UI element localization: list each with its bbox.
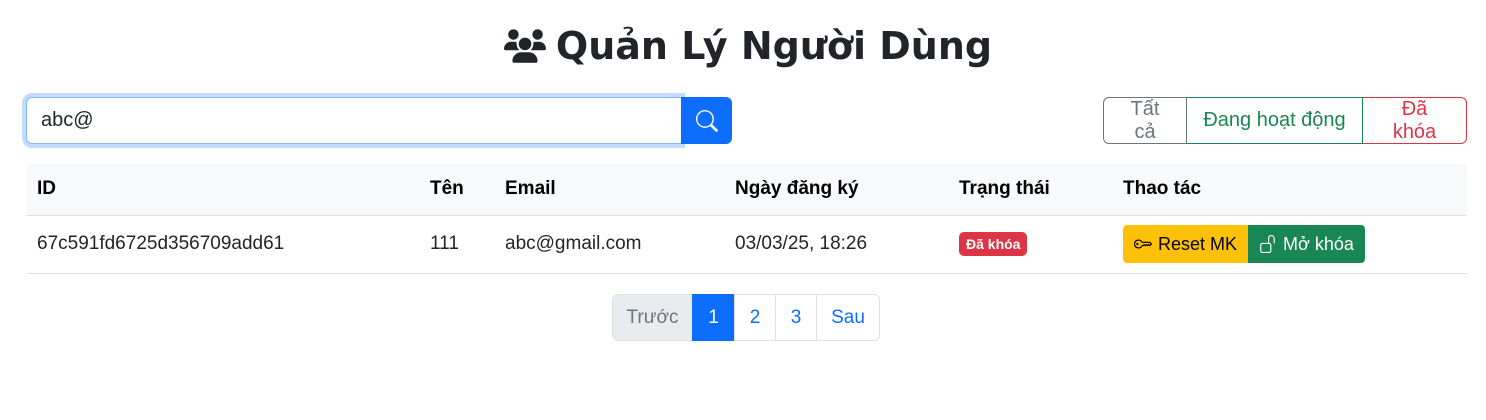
pagination-next[interactable]: Sau — [816, 294, 880, 341]
header-actions: Thao tác — [1123, 178, 1202, 200]
reset-password-button[interactable]: Reset MK — [1123, 225, 1249, 263]
cell-email: abc@gmail.com — [505, 233, 642, 254]
cell-actions: Reset MK Mở khóa — [1113, 215, 1467, 273]
table-row: 67c591fd6725d356709add61 111 abc@gmail.c… — [27, 215, 1467, 273]
pagination-page-2[interactable]: 2 — [734, 294, 776, 341]
unlock-label: Mở khóa — [1283, 233, 1354, 254]
filter-locked-button[interactable]: Đã khóa — [1363, 97, 1467, 144]
status-filter-group: Tất cả Đang hoạt động Đã khóa — [1103, 97, 1467, 144]
header-name: Tên — [430, 178, 464, 200]
search-icon — [695, 109, 718, 132]
page-title-text: Quản Lý Người Dùng — [555, 24, 993, 68]
header-id: ID — [37, 178, 56, 200]
page-title: Quản Lý Người Dùng — [0, 22, 1486, 70]
header-status: Trạng thái — [959, 178, 1050, 200]
users-icon — [503, 29, 546, 63]
cell-registered: 03/03/25, 18:26 — [735, 233, 868, 254]
pagination-prev[interactable]: Trước — [612, 294, 693, 341]
search-input[interactable] — [26, 97, 681, 144]
status-badge: Đã khóa — [959, 232, 1028, 256]
cell-id: 67c591fd6725d356709add61 — [37, 233, 285, 254]
key-icon — [1134, 239, 1152, 249]
pagination-page-1[interactable]: 1 — [692, 294, 735, 341]
users-table: ID Tên Email Ngày đăng ký Trạng thái Tha… — [27, 164, 1467, 274]
header-registered: Ngày đăng ký — [735, 178, 859, 200]
unlock-icon — [1260, 235, 1275, 253]
cell-status: Đã khóa — [949, 215, 1113, 273]
table-header-row: ID Tên Email Ngày đăng ký Trạng thái Tha… — [27, 164, 1467, 215]
cell-name: 111 — [430, 233, 459, 254]
search-group — [26, 97, 732, 144]
unlock-button[interactable]: Mở khóa — [1248, 225, 1365, 263]
search-button[interactable] — [681, 97, 732, 144]
pagination-page-3[interactable]: 3 — [775, 294, 817, 341]
filter-active-button[interactable]: Đang hoạt động — [1187, 97, 1363, 144]
pagination: Trước 1 2 3 Sau — [612, 294, 880, 341]
reset-password-label: Reset MK — [1158, 233, 1238, 254]
header-email: Email — [505, 178, 556, 200]
filter-all-button[interactable]: Tất cả — [1103, 97, 1187, 144]
